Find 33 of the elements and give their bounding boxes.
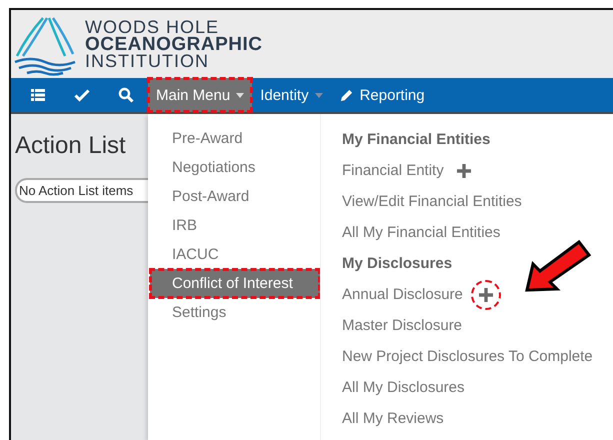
logo-text: INSTITUTION (85, 52, 210, 70)
menu-link[interactable]: New Project Disclosures To Complete (342, 348, 593, 365)
menu-link[interactable]: View/Edit Financial Entities (342, 193, 522, 210)
menu-link[interactable]: Master Disclosure (342, 317, 462, 334)
nav-menu[interactable]: Identity (252, 78, 331, 112)
check-icon (74, 87, 90, 103)
search-icon (118, 87, 134, 103)
list-icon (30, 87, 46, 103)
reporting-menu[interactable]: Reporting (330, 78, 433, 112)
menu-link[interactable]: All My Financial Entities (342, 224, 500, 241)
menu-item[interactable]: Conflict of Interest (150, 269, 320, 298)
menu-item[interactable]: Negotiations (150, 153, 320, 182)
section-heading: My Financial Entities (342, 130, 490, 150)
section-heading: My Disclosures (342, 254, 452, 274)
menu-item[interactable]: Pre-Award (150, 124, 320, 153)
menu-item[interactable]: IACUC (150, 240, 320, 269)
menu-link[interactable]: Financial Entity (342, 162, 444, 179)
menu-link[interactable]: All My Reviews (342, 410, 444, 427)
add-icon[interactable] (456, 162, 472, 178)
empty-message: No Action List items (15, 178, 151, 203)
menu-item[interactable]: Post-Award (150, 182, 320, 211)
menu-link[interactable]: All My Disclosures (342, 379, 465, 396)
menu-item[interactable]: Settings (150, 298, 320, 327)
pencil-icon (338, 88, 354, 102)
caret-icon (236, 92, 244, 98)
menu-link[interactable]: Annual Disclosure (342, 286, 463, 303)
page-title: Action List (15, 132, 127, 160)
caret-icon (314, 92, 323, 98)
logo-text: WOODS HOLE (85, 18, 220, 36)
menu-item[interactable]: IRB (150, 211, 320, 240)
add-icon[interactable] (478, 286, 494, 302)
logo-text: OCEANOGRAPHIC (85, 36, 263, 52)
nav-menu[interactable]: Main Menu (148, 78, 252, 112)
